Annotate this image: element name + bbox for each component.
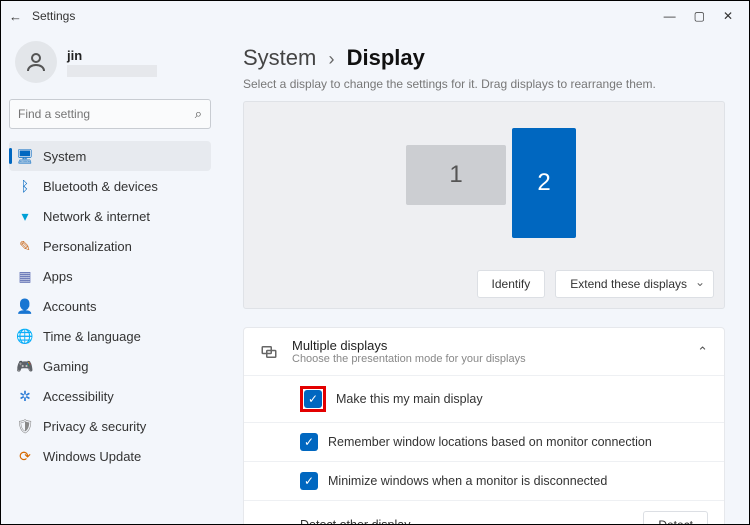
multiple-displays-icon	[260, 343, 278, 361]
titlebar: ← Settings — ▢ ✕	[1, 1, 749, 31]
option-label: Minimize windows when a monitor is disco…	[328, 474, 607, 488]
identify-button[interactable]: Identify	[477, 270, 546, 298]
option-remember-locations[interactable]: Remember window locations based on monit…	[244, 422, 724, 461]
back-button[interactable]: ←	[9, 9, 22, 24]
system-icon: 🖥	[17, 148, 33, 164]
sidebar-item-label: Network & internet	[43, 209, 150, 224]
time-language-icon: 🌐	[17, 328, 33, 344]
sidebar-item-bluetooth-devices[interactable]: ᛒ Bluetooth & devices	[9, 171, 211, 201]
sidebar: jin ⌕ 🖥 System ᛒ Bluetooth & devices ▾ Networ…	[1, 31, 219, 524]
sidebar-item-label: Accessibility	[43, 389, 114, 404]
sidebar-item-accessibility[interactable]: ✲ Accessibility	[9, 381, 211, 411]
user-profile[interactable]: jin	[9, 37, 211, 93]
search-box[interactable]: ⌕	[9, 99, 211, 129]
sidebar-item-time-language[interactable]: 🌐 Time & language	[9, 321, 211, 351]
extend-displays-dropdown[interactable]: Extend these displays	[555, 270, 714, 298]
page-subtitle: Select a display to change the settings …	[243, 77, 725, 91]
multiple-displays-section: Multiple displays Choose the presentatio…	[243, 327, 725, 524]
search-icon: ⌕	[195, 106, 202, 122]
chevron-up-icon[interactable]: ⌃	[697, 344, 708, 360]
sidebar-item-label: Accounts	[43, 299, 96, 314]
gaming-icon: 🎮	[17, 358, 33, 374]
breadcrumb: System › Display	[243, 45, 725, 71]
sidebar-item-windows-update[interactable]: ⟳ Windows Update	[9, 441, 211, 471]
checkbox-minimize[interactable]	[300, 472, 318, 490]
option-main-display[interactable]: Make this my main display	[244, 375, 724, 422]
option-label: Remember window locations based on monit…	[328, 435, 652, 449]
search-input[interactable]	[18, 107, 195, 121]
highlight-box	[300, 386, 326, 412]
sidebar-item-label: Privacy & security	[43, 419, 146, 434]
option-label: Make this my main display	[336, 392, 483, 406]
monitor-1[interactable]: 1	[406, 145, 506, 205]
user-email-placeholder	[67, 65, 157, 77]
option-label: Detect other display	[300, 518, 410, 524]
sidebar-item-accounts[interactable]: 👤 Accounts	[9, 291, 211, 321]
section-subtitle: Choose the presentation mode for your di…	[292, 353, 526, 365]
sidebar-item-label: Time & language	[43, 329, 141, 344]
checkbox-remember[interactable]	[300, 433, 318, 451]
display-arrangement-panel: 1 2 Identify Extend these displays	[243, 101, 725, 309]
section-title: Multiple displays	[292, 338, 526, 353]
sidebar-item-gaming[interactable]: 🎮 Gaming	[9, 351, 211, 381]
sidebar-item-label: Bluetooth & devices	[43, 179, 158, 194]
breadcrumb-parent[interactable]: System	[243, 45, 316, 70]
sidebar-item-system[interactable]: 🖥 System	[9, 141, 211, 171]
option-detect-display: Detect other display Detect	[244, 500, 724, 524]
chevron-right-icon: ›	[328, 49, 334, 69]
section-header[interactable]: Multiple displays Choose the presentatio…	[244, 328, 724, 375]
network-internet-icon: ▾	[17, 208, 33, 224]
detect-button[interactable]: Detect	[643, 511, 708, 524]
sidebar-item-privacy-security[interactable]: 🛡 Privacy & security	[9, 411, 211, 441]
privacy-security-icon: 🛡	[17, 418, 33, 434]
monitor-2[interactable]: 2	[512, 128, 576, 238]
user-name: jin	[67, 48, 157, 63]
option-minimize-disconnect[interactable]: Minimize windows when a monitor is disco…	[244, 461, 724, 500]
person-icon	[24, 50, 48, 74]
sidebar-item-label: Personalization	[43, 239, 132, 254]
sidebar-item-label: Gaming	[43, 359, 89, 374]
apps-icon: ▦	[17, 268, 33, 284]
accessibility-icon: ✲	[17, 388, 33, 404]
nav-list: 🖥 System ᛒ Bluetooth & devices ▾ Network & in…	[9, 141, 211, 471]
close-button[interactable]: ✕	[723, 9, 733, 23]
minimize-button[interactable]: —	[664, 9, 676, 23]
maximize-button[interactable]: ▢	[694, 9, 705, 23]
page-title: Display	[347, 45, 425, 70]
sidebar-item-personalization[interactable]: ✎ Personalization	[9, 231, 211, 261]
sidebar-item-label: Windows Update	[43, 449, 141, 464]
accounts-icon: 👤	[17, 298, 33, 314]
sidebar-item-apps[interactable]: ▦ Apps	[9, 261, 211, 291]
windows-update-icon: ⟳	[17, 448, 33, 464]
sidebar-item-label: Apps	[43, 269, 73, 284]
monitor-canvas[interactable]: 1 2	[244, 122, 724, 258]
sidebar-item-network-internet[interactable]: ▾ Network & internet	[9, 201, 211, 231]
main-content: System › Display Select a display to cha…	[219, 31, 749, 524]
checkbox-main-display[interactable]	[304, 390, 322, 408]
app-title: Settings	[32, 9, 75, 23]
sidebar-item-label: System	[43, 149, 86, 164]
avatar	[15, 41, 57, 83]
bluetooth-devices-icon: ᛒ	[17, 178, 33, 194]
personalization-icon: ✎	[17, 238, 33, 254]
